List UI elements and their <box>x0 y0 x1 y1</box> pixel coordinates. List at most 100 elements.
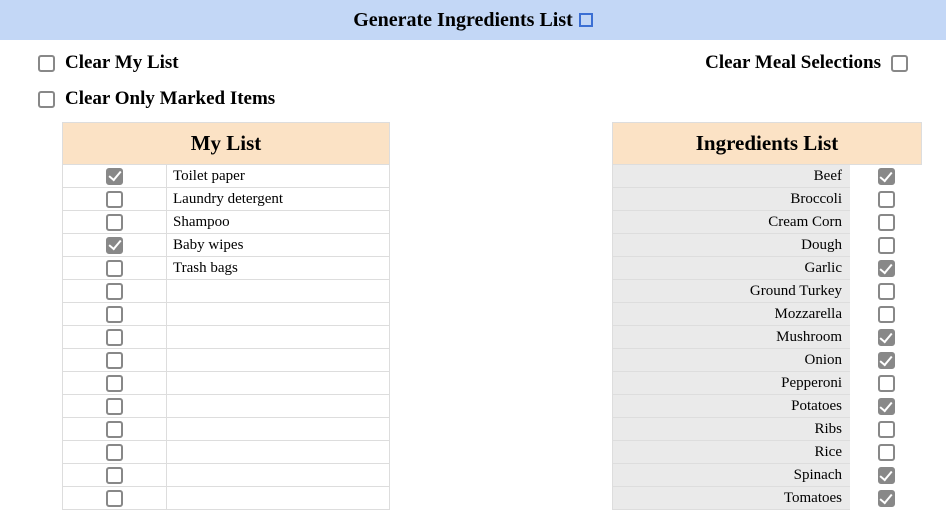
list-item <box>63 303 390 326</box>
clear-only-marked-action[interactable]: Clear Only Marked Items <box>38 88 908 110</box>
list-item-label[interactable]: Shampoo <box>167 211 390 233</box>
ingredient-checkbox[interactable] <box>878 283 895 300</box>
ingredient-check-cell <box>850 395 922 418</box>
my-list-header: My List <box>62 122 390 165</box>
list-item-check-cell <box>63 303 167 325</box>
clear-meal-selections-label: Clear Meal Selections <box>705 52 881 74</box>
list-item-label[interactable] <box>167 418 390 440</box>
ingredients-panel: Ingredients List BeefBroccoliCream CornD… <box>612 122 922 510</box>
list-item-check-cell <box>63 464 167 486</box>
ingredient-checkbox[interactable] <box>878 467 895 484</box>
ingredient-check-cell <box>850 349 922 372</box>
list-item: Cream Corn <box>612 211 922 234</box>
list-item-checkbox[interactable] <box>106 214 123 231</box>
ingredient-checkbox[interactable] <box>878 329 895 346</box>
ingredient-check-cell <box>850 326 922 349</box>
ingredient-label: Mozzarella <box>612 303 850 326</box>
list-item-label[interactable] <box>167 395 390 417</box>
list-item-check-cell <box>63 349 167 371</box>
list-item-checkbox[interactable] <box>106 375 123 392</box>
ingredient-label: Mushroom <box>612 326 850 349</box>
ingredient-label: Beef <box>612 165 850 188</box>
ingredient-checkbox[interactable] <box>878 260 895 277</box>
list-item-checkbox[interactable] <box>106 306 123 323</box>
list-item-label[interactable]: Toilet paper <box>167 165 390 187</box>
list-item-label[interactable] <box>167 280 390 302</box>
list-item <box>63 464 390 487</box>
my-list-body: Toilet paperLaundry detergentShampooBaby… <box>62 165 390 510</box>
my-list-panel: My List Toilet paperLaundry detergentSha… <box>62 122 390 510</box>
ingredients-body: BeefBroccoliCream CornDoughGarlicGround … <box>612 165 922 510</box>
list-item-label[interactable] <box>167 464 390 486</box>
ingredient-check-cell <box>850 487 922 510</box>
list-item <box>63 280 390 303</box>
list-item-checkbox[interactable] <box>106 352 123 369</box>
list-item-checkbox[interactable] <box>106 467 123 484</box>
list-item-label[interactable] <box>167 441 390 463</box>
list-item: Potatoes <box>612 395 922 418</box>
list-item-label[interactable]: Laundry detergent <box>167 188 390 210</box>
list-item-checkbox[interactable] <box>106 398 123 415</box>
ingredient-checkbox[interactable] <box>878 168 895 185</box>
list-item-checkbox[interactable] <box>106 421 123 438</box>
list-item-checkbox[interactable] <box>106 191 123 208</box>
ingredient-check-cell <box>850 464 922 487</box>
list-item: Toilet paper <box>63 165 390 188</box>
ingredient-label: Cream Corn <box>612 211 850 234</box>
list-item-check-cell <box>63 257 167 279</box>
ingredient-label: Spinach <box>612 464 850 487</box>
ingredient-checkbox[interactable] <box>878 214 895 231</box>
clear-my-list-checkbox[interactable] <box>38 55 55 72</box>
list-item-label[interactable] <box>167 326 390 348</box>
list-item: Ground Turkey <box>612 280 922 303</box>
clear-meal-selections-checkbox[interactable] <box>891 55 908 72</box>
list-item <box>63 487 390 510</box>
list-item-check-cell <box>63 188 167 210</box>
ingredient-label: Pepperoni <box>612 372 850 395</box>
clear-meal-selections-action[interactable]: Clear Meal Selections <box>705 52 908 74</box>
generate-checkbox[interactable] <box>579 13 593 27</box>
list-item-label[interactable] <box>167 487 390 509</box>
ingredient-check-cell <box>850 303 922 326</box>
ingredient-check-cell <box>850 257 922 280</box>
ingredient-check-cell <box>850 372 922 395</box>
ingredient-checkbox[interactable] <box>878 444 895 461</box>
list-item-label[interactable] <box>167 372 390 394</box>
header-title: Generate Ingredients List <box>353 9 573 32</box>
ingredient-checkbox[interactable] <box>878 421 895 438</box>
ingredient-label: Onion <box>612 349 850 372</box>
ingredient-checkbox[interactable] <box>878 306 895 323</box>
ingredient-checkbox[interactable] <box>878 490 895 507</box>
header-bar: Generate Ingredients List <box>0 0 946 40</box>
list-item-check-cell <box>63 418 167 440</box>
list-item-checkbox[interactable] <box>106 168 123 185</box>
ingredient-label: Ribs <box>612 418 850 441</box>
list-item-checkbox[interactable] <box>106 283 123 300</box>
list-item-label[interactable] <box>167 349 390 371</box>
ingredient-checkbox[interactable] <box>878 398 895 415</box>
list-item-label[interactable]: Trash bags <box>167 257 390 279</box>
list-item-label[interactable]: Baby wipes <box>167 234 390 256</box>
ingredient-checkbox[interactable] <box>878 375 895 392</box>
clear-my-list-action[interactable]: Clear My List <box>38 52 179 74</box>
ingredient-check-cell <box>850 418 922 441</box>
list-item-checkbox[interactable] <box>106 237 123 254</box>
ingredient-checkbox[interactable] <box>878 352 895 369</box>
list-item: Trash bags <box>63 257 390 280</box>
list-item: Laundry detergent <box>63 188 390 211</box>
list-item-checkbox[interactable] <box>106 444 123 461</box>
list-item: Shampoo <box>63 211 390 234</box>
clear-only-marked-checkbox[interactable] <box>38 91 55 108</box>
list-item: Garlic <box>612 257 922 280</box>
list-item-checkbox[interactable] <box>106 490 123 507</box>
list-item-check-cell <box>63 372 167 394</box>
ingredient-checkbox[interactable] <box>878 191 895 208</box>
list-item-checkbox[interactable] <box>106 329 123 346</box>
list-item: Baby wipes <box>63 234 390 257</box>
list-item: Ribs <box>612 418 922 441</box>
ingredient-label: Rice <box>612 441 850 464</box>
ingredient-checkbox[interactable] <box>878 237 895 254</box>
list-item-label[interactable] <box>167 303 390 325</box>
ingredient-label: Garlic <box>612 257 850 280</box>
list-item-checkbox[interactable] <box>106 260 123 277</box>
